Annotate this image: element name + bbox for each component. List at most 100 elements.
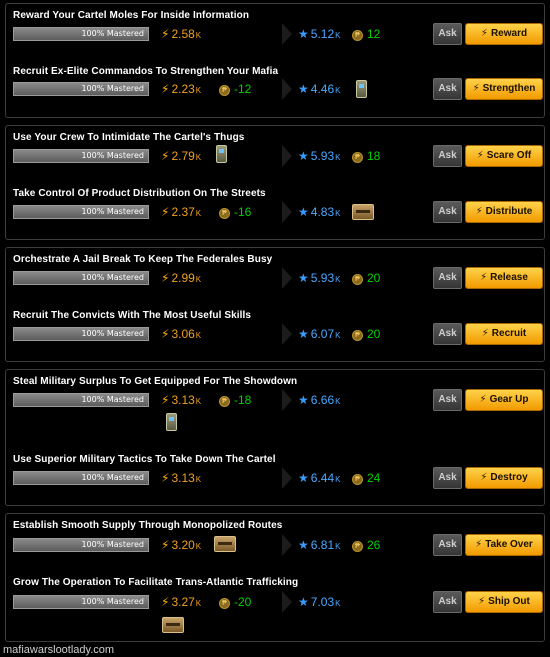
job-row: Reward Your Cartel Moles For Inside Info… bbox=[6, 10, 544, 60]
do-job-button[interactable]: ⚡ Destroy bbox=[465, 467, 543, 489]
ask-button[interactable]: Ask bbox=[433, 23, 462, 45]
job-row: Establish Smooth Supply Through Monopoli… bbox=[6, 520, 544, 572]
mastery-label: 100% Mastered bbox=[81, 84, 144, 93]
do-job-button[interactable]: ⚡ Take Over bbox=[465, 534, 543, 556]
ask-button[interactable]: Ask bbox=[433, 267, 462, 289]
reward-divider-arrow bbox=[282, 145, 292, 167]
xp-unit: K bbox=[335, 542, 341, 551]
action-label: Strengthen bbox=[482, 83, 536, 94]
xp-star-icon: ★ bbox=[298, 149, 309, 163]
do-job-button[interactable]: ⚡ Release bbox=[465, 267, 543, 289]
mastery-bar: 100% Mastered bbox=[13, 595, 149, 609]
reward-divider-arrow bbox=[282, 389, 292, 411]
reward-divider-arrow bbox=[282, 323, 292, 345]
energy-unit: K bbox=[195, 599, 202, 608]
do-job-button[interactable]: ⚡ Gear Up bbox=[465, 389, 543, 411]
action-label: Take Over bbox=[485, 539, 533, 550]
energy-cost: ⚡ 2.79K bbox=[161, 149, 201, 163]
job-group-3: Orchestrate A Jail Break To Keep The Fed… bbox=[5, 247, 545, 362]
energy-cost: ⚡ 2.99K bbox=[161, 271, 201, 285]
do-job-button[interactable]: ⚡ Distribute bbox=[465, 201, 543, 223]
ask-button[interactable]: Ask bbox=[433, 323, 462, 345]
xp-reward: ★ 6.66K bbox=[298, 393, 340, 407]
energy-icon: ⚡ bbox=[480, 272, 488, 283]
energy-unit: K bbox=[195, 542, 202, 551]
crate-icon bbox=[214, 536, 236, 552]
mastery-label: 100% Mastered bbox=[81, 597, 144, 606]
reward-divider-arrow bbox=[282, 267, 292, 289]
job-title: Steal Military Surplus To Get Equipped F… bbox=[13, 376, 298, 387]
energy-cost: ⚡ 3.20K bbox=[161, 538, 201, 552]
xp-reward: ★ 5.93K bbox=[298, 271, 340, 285]
mastery-bar: 100% Mastered bbox=[13, 471, 149, 485]
job-title: Orchestrate A Jail Break To Keep The Fed… bbox=[13, 254, 273, 265]
energy-value: 2.99 bbox=[171, 271, 195, 285]
coin-icon: ₱ bbox=[219, 396, 230, 407]
xp-reward: ★ 6.07K bbox=[298, 327, 340, 341]
job-group-1: Reward Your Cartel Moles For Inside Info… bbox=[5, 3, 545, 118]
energy-icon: ⚡ bbox=[161, 82, 170, 96]
energy-unit: K bbox=[195, 275, 202, 284]
job-group-4: Steal Military Surplus To Get Equipped F… bbox=[5, 369, 545, 506]
ask-button[interactable]: Ask bbox=[433, 467, 462, 489]
reward-divider-arrow bbox=[282, 591, 292, 613]
xp-star-icon: ★ bbox=[298, 27, 309, 41]
xp-star-icon: ★ bbox=[298, 205, 309, 219]
energy-icon: ⚡ bbox=[161, 538, 170, 552]
energy-unit: K bbox=[195, 209, 202, 218]
money-reward: ₱ 18 bbox=[352, 149, 380, 163]
energy-value: 3.13 bbox=[171, 471, 195, 485]
job-title: Use Your Crew To Intimidate The Cartel's… bbox=[13, 132, 245, 143]
do-job-button[interactable]: ⚡ Recruit bbox=[465, 323, 543, 345]
energy-icon: ⚡ bbox=[161, 27, 170, 41]
action-label: Scare Off bbox=[486, 150, 532, 161]
coin-icon: ₱ bbox=[352, 30, 363, 41]
money-value: -18 bbox=[234, 393, 252, 407]
ask-button[interactable]: Ask bbox=[433, 534, 462, 556]
ask-button[interactable]: Ask bbox=[433, 145, 462, 167]
energy-unit: K bbox=[195, 153, 202, 162]
energy-unit: K bbox=[195, 31, 202, 40]
mastery-label: 100% Mastered bbox=[81, 395, 144, 404]
do-job-button[interactable]: ⚡ Ship Out bbox=[465, 591, 543, 613]
energy-value: 2.79 bbox=[171, 149, 195, 163]
do-job-button[interactable]: ⚡ Strengthen bbox=[465, 78, 543, 100]
xp-star-icon: ★ bbox=[298, 595, 309, 609]
money-value: 24 bbox=[367, 471, 381, 485]
money-reward: ₱ 12 bbox=[352, 27, 380, 41]
mastery-label: 100% Mastered bbox=[81, 151, 144, 160]
action-label: Reward bbox=[490, 28, 528, 39]
ask-button[interactable]: Ask bbox=[433, 78, 462, 100]
money-cost: ₱ -20 bbox=[219, 595, 251, 609]
xp-unit: K bbox=[335, 209, 341, 218]
coin-icon: ₱ bbox=[352, 474, 363, 485]
phone-icon bbox=[166, 413, 177, 431]
energy-icon: ⚡ bbox=[478, 596, 486, 607]
job-row: Grow The Operation To Facilitate Trans-A… bbox=[6, 577, 544, 639]
ask-button[interactable]: Ask bbox=[433, 201, 462, 223]
job-title: Recruit Ex-Elite Commandos To Strengthen… bbox=[13, 66, 279, 77]
energy-cost: ⚡ 2.23K bbox=[161, 82, 201, 96]
xp-value: 5.12 bbox=[310, 27, 335, 41]
energy-value: 2.58 bbox=[171, 27, 195, 41]
xp-unit: K bbox=[335, 599, 341, 608]
xp-reward: ★ 5.93K bbox=[298, 149, 340, 163]
xp-value: 5.93 bbox=[310, 271, 335, 285]
energy-cost: ⚡ 3.13K bbox=[161, 393, 201, 407]
ask-button[interactable]: Ask bbox=[433, 591, 462, 613]
site-watermark: mafiawarslootlady.com bbox=[3, 644, 115, 656]
mastery-label: 100% Mastered bbox=[81, 207, 144, 216]
do-job-button[interactable]: ⚡ Reward bbox=[465, 23, 543, 45]
ask-button[interactable]: Ask bbox=[433, 389, 462, 411]
energy-value: 3.20 bbox=[171, 538, 195, 552]
do-job-button[interactable]: ⚡ Scare Off bbox=[465, 145, 543, 167]
money-value: 26 bbox=[367, 538, 381, 552]
money-cost: ₱ -12 bbox=[219, 82, 251, 96]
money-cost: ₱ -18 bbox=[219, 393, 251, 407]
coin-icon: ₱ bbox=[352, 330, 363, 341]
energy-icon: ⚡ bbox=[475, 539, 483, 550]
xp-value: 6.66 bbox=[310, 393, 335, 407]
coin-icon: ₱ bbox=[352, 274, 363, 285]
xp-reward: ★ 6.81K bbox=[298, 538, 340, 552]
money-value: 20 bbox=[367, 327, 381, 341]
